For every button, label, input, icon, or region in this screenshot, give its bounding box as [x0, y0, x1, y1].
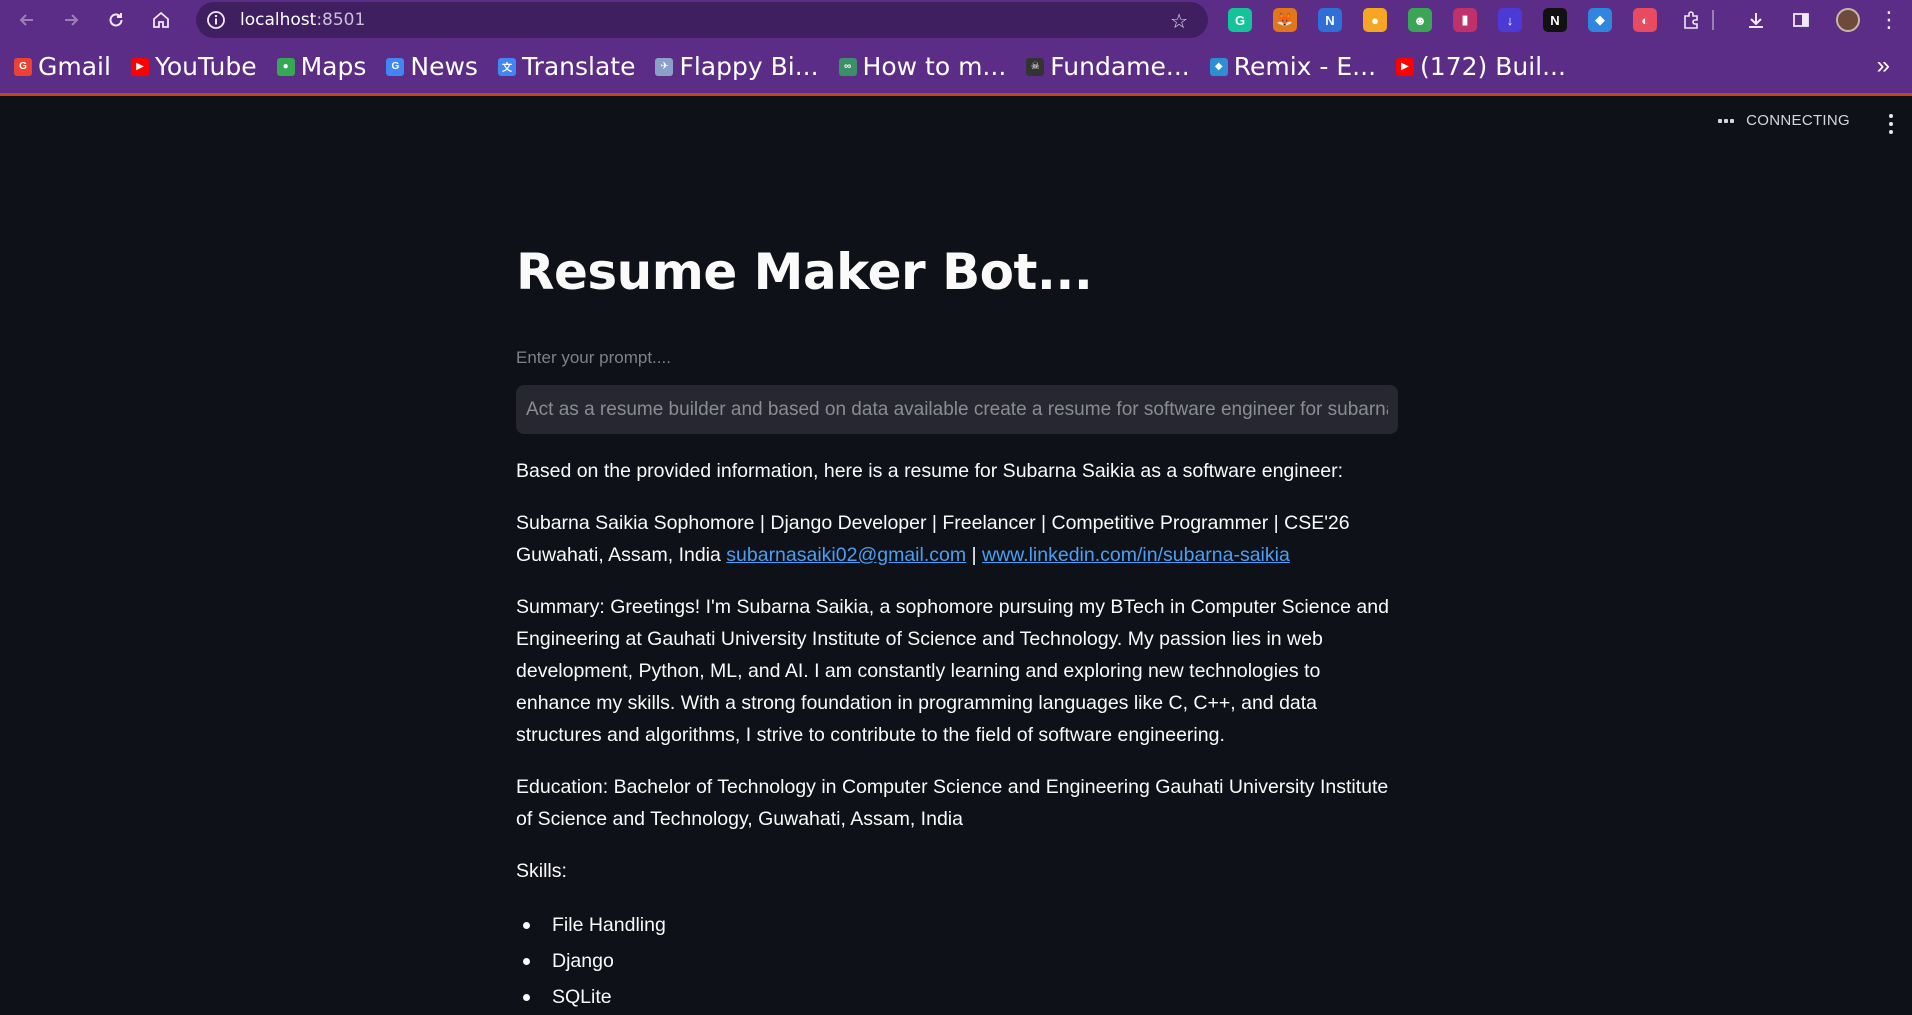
bookmark-label: Translate: [521, 52, 636, 81]
skill-item: SQLite: [523, 979, 1398, 1015]
reload-icon: [109, 13, 123, 27]
resume-header: Subarna Saikia Sophomore | Django Develo…: [516, 507, 1398, 571]
side-panel-icon[interactable]: [1789, 8, 1813, 32]
bookmark-label: How to m...: [862, 52, 1007, 81]
response-intro: Based on the provided information, here …: [516, 460, 1344, 482]
bookmark-star-icon[interactable]: ☆: [1170, 9, 1188, 34]
resume-education: Education: Bachelor of Technology in Com…: [516, 776, 1389, 830]
bookmark-item[interactable]: ▶ (172) Buil...: [1396, 47, 1566, 87]
linkedin-link[interactable]: www.linkedin.com/in/subarna-saikia: [982, 544, 1290, 566]
browser-toolbar: localhost:8501 ☆ G 🦊 N ● ☻ ▮ ↓ N ◆ ◐ ⋮: [0, 0, 1912, 40]
extension-bot-icon[interactable]: ☻: [1408, 8, 1432, 32]
bookmark-item[interactable]: ● Maps: [276, 47, 367, 87]
connection-status: CONNECTING: [1718, 112, 1850, 129]
arrow-right-icon: [65, 14, 79, 26]
bookmark-label: (172) Buil...: [1420, 52, 1566, 81]
bookmark-label: YouTube: [154, 52, 257, 81]
bookmark-item[interactable]: ☠ Fundame...: [1026, 47, 1190, 87]
flappy-bird-icon: ✈: [655, 57, 674, 76]
resume-summary: Summary: Greetings! I'm Subarna Saikia, …: [516, 596, 1389, 746]
metamask-icon[interactable]: 🦊: [1273, 8, 1297, 32]
link-separator: |: [966, 544, 983, 566]
status-text: CONNECTING: [1746, 112, 1850, 129]
bookmark-item[interactable]: ▶ YouTube: [130, 47, 257, 87]
prompt-label: Enter your prompt....: [516, 348, 671, 367]
extension-download-icon[interactable]: ↓: [1498, 8, 1522, 32]
bookmark-item[interactable]: ◆ Remix - E...: [1209, 47, 1377, 87]
bookmark-item[interactable]: ∞ How to m...: [838, 47, 1007, 87]
home-button[interactable]: [143, 2, 179, 38]
extensions-puzzle-icon[interactable]: [1679, 8, 1703, 32]
bookmark-label: News: [410, 52, 478, 81]
translate-icon: 文: [497, 57, 516, 76]
skills-heading: Skills:: [516, 860, 567, 882]
page-title: Resume Maker Bot...: [516, 243, 1093, 301]
grammarly-icon[interactable]: G: [1228, 8, 1252, 32]
bookmark-item[interactable]: G News: [386, 47, 478, 87]
status-dots-icon: [1718, 118, 1736, 123]
bookmark-label: Flappy Bi...: [679, 52, 819, 81]
app-menu-icon[interactable]: [1886, 114, 1896, 134]
youtube-icon: ▶: [1396, 57, 1415, 76]
more-bookmarks-icon[interactable]: »: [1877, 52, 1890, 80]
profile-avatar[interactable]: [1836, 8, 1860, 32]
prompt-input[interactable]: [526, 398, 1388, 421]
address-bar[interactable]: localhost:8501 ☆: [196, 2, 1208, 38]
email-link[interactable]: subarnasaiki02@gmail.com: [726, 544, 966, 566]
extension-gem-icon[interactable]: ◆: [1588, 8, 1612, 32]
url-text: localhost:8501: [240, 10, 366, 30]
browser-menu-icon[interactable]: ⋮: [1877, 7, 1901, 32]
bookmark-item[interactable]: G Gmail: [14, 47, 111, 87]
notion-icon[interactable]: N: [1543, 8, 1567, 32]
skills-list: File Handling Django SQLite: [516, 907, 1398, 1015]
downloads-icon[interactable]: [1744, 8, 1768, 32]
extension-coin-icon[interactable]: ●: [1363, 8, 1387, 32]
extension-chart-icon[interactable]: ▮: [1453, 8, 1477, 32]
fundamentals-icon: ☠: [1026, 57, 1045, 76]
bookmark-label: Fundame...: [1050, 52, 1190, 81]
home-icon: [153, 11, 169, 28]
youtube-icon: ▶: [130, 57, 149, 76]
extension-n-icon[interactable]: N: [1318, 8, 1342, 32]
reload-button[interactable]: [98, 2, 134, 38]
skill-item: Django: [523, 943, 1398, 979]
remix-icon: ◆: [1209, 57, 1228, 76]
how-to-icon: ∞: [838, 57, 857, 76]
gmail-icon: G: [14, 57, 32, 76]
prompt-input-container[interactable]: [516, 385, 1398, 434]
bookmarks-bar: G Gmail ▶ YouTube ● Maps G News 文 Translate ✈ Flapp…: [0, 40, 1912, 96]
main-content: Resume Maker Bot... Enter your prompt...…: [516, 230, 1398, 1015]
separator: [1712, 10, 1714, 30]
arrow-left-icon: [19, 14, 33, 26]
bookmark-label: Maps: [300, 52, 367, 81]
bookmark-label: Gmail: [38, 52, 111, 81]
site-info-icon[interactable]: [206, 10, 226, 30]
bookmark-item[interactable]: ✈ Flappy Bi...: [655, 47, 819, 87]
extension-colorful-icon[interactable]: ◐: [1633, 8, 1657, 32]
back-button[interactable]: [9, 2, 45, 38]
maps-icon: ●: [276, 57, 295, 76]
skill-item: File Handling: [523, 907, 1398, 943]
forward-button[interactable]: [53, 2, 89, 38]
bookmark-item[interactable]: 文 Translate: [497, 47, 636, 87]
news-icon: G: [386, 57, 405, 76]
bookmark-label: Remix - E...: [1233, 52, 1377, 81]
